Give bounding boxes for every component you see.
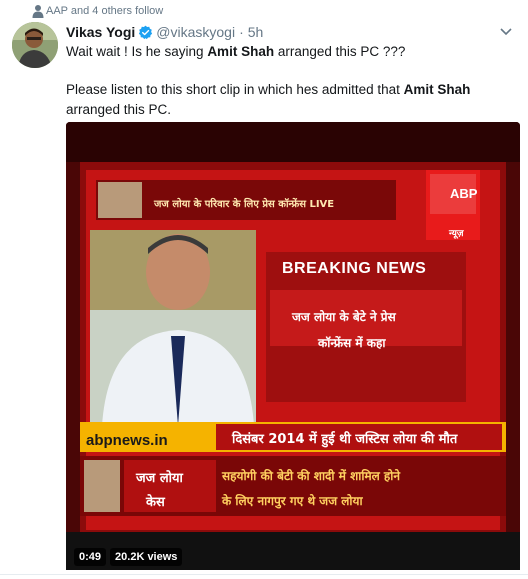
user-handle[interactable]: @vikaskyogi	[156, 24, 235, 40]
display-name[interactable]: Vikas Yogi	[66, 24, 135, 40]
text-run: Please listen to this short clip in whic…	[66, 82, 404, 97]
breaking-news-banner: BREAKING NEWS	[282, 260, 427, 277]
timestamp-link[interactable]: 5h	[248, 24, 264, 40]
tweet-header: Vikas Yogi @vikaskyogi · 5h	[66, 23, 263, 41]
tweet-divider	[0, 574, 528, 575]
video-badges: 0:49 20.2K views	[74, 548, 183, 566]
channel-logo: ABP	[450, 186, 478, 201]
chevron-down-icon[interactable]	[500, 28, 512, 36]
text-run: Wait wait ! Is he saying	[66, 44, 208, 59]
video-player[interactable]: जज लोया के परिवार के लिए प्रेस कॉन्फ्रें…	[66, 122, 520, 570]
text-bold: Amit Shah	[207, 44, 275, 59]
video-headline-line: जज लोया के बेटे ने प्रेस	[292, 310, 396, 324]
channel-url: abpnews.in	[86, 432, 168, 449]
text-bold: Amit Shah	[403, 82, 471, 97]
video-subtitle-line: सहयोगी की बेटी की शादी में शामिल होने	[222, 469, 401, 483]
case-label-line: केस	[146, 495, 165, 510]
social-context-text: AAP and 4 others follow	[46, 5, 164, 17]
video-ticker-text: दिसंबर 2014 में हुई थी जस्टिस लोया की मौ…	[232, 432, 458, 447]
video-top-headline: जज लोया के परिवार के लिए प्रेस कॉन्फ्रें…	[154, 199, 335, 210]
text-run: arranged this PC ???	[274, 44, 406, 59]
video-headline-line: कॉन्फ्रेंस में कहा	[318, 336, 386, 350]
separator-dot: ·	[239, 24, 244, 40]
tweet-paragraph: Wait wait ! Is he saying Amit Shah arran…	[66, 42, 520, 62]
case-label-line: जज लोया	[136, 471, 183, 486]
text-run: arranged this PC.	[66, 102, 172, 117]
avatar[interactable]	[12, 22, 58, 68]
avatar-image	[12, 22, 58, 68]
video-subtitle-line: के लिए नागपुर गए थे जज लोया	[222, 494, 363, 508]
tweet-text: Wait wait ! Is he saying Amit Shah arran…	[66, 42, 520, 120]
video-view-count: 20.2K views	[110, 548, 183, 566]
person-icon	[32, 5, 44, 18]
channel-logo-sub: न्यूज़	[449, 229, 464, 239]
verified-badge-icon	[139, 25, 153, 39]
social-context[interactable]: AAP and 4 others follow	[32, 4, 164, 18]
video-duration: 0:49	[74, 548, 107, 566]
tweet-paragraph: Please listen to this short clip in whic…	[66, 80, 520, 120]
